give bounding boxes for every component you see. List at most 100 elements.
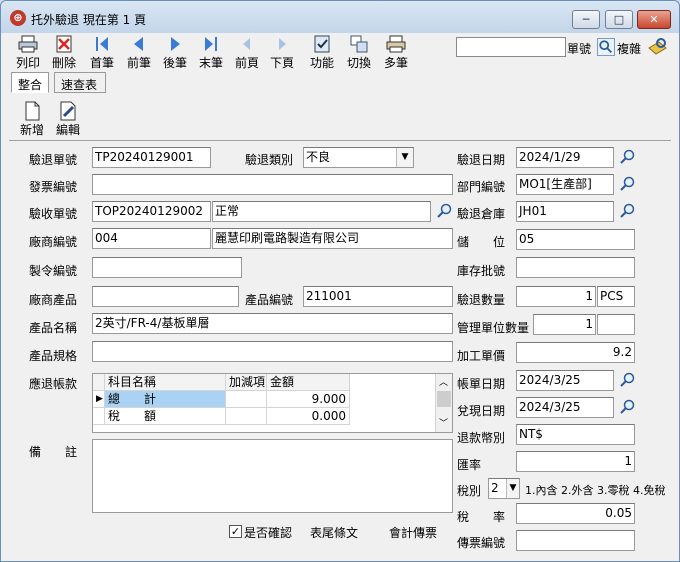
scrollbar-thumb[interactable] — [437, 391, 451, 407]
unit-field[interactable]: PCS — [597, 286, 635, 307]
warehouse-field[interactable]: JH01 — [516, 201, 614, 222]
grid-cell-name[interactable]: 稅 額 — [105, 408, 226, 425]
product-spec-field[interactable] — [92, 341, 453, 362]
grid-cell-amount[interactable]: 0.000 — [267, 408, 350, 425]
grid-scrollbar[interactable]: ︿ ﹀ — [435, 374, 452, 432]
edit-button[interactable]: 編輯 — [53, 101, 83, 138]
maximize-button[interactable]: □ — [605, 10, 633, 29]
search-icon — [599, 40, 612, 53]
grid-cell-amount[interactable]: 9.000 — [267, 391, 350, 408]
return-type-label: 驗退類別 — [245, 153, 294, 167]
return-type-select[interactable]: 不良 ▼ — [303, 147, 414, 168]
grid-header-sign: 加減項 — [226, 374, 267, 391]
return-no-field[interactable]: TP20240129001 — [92, 147, 211, 168]
tax-type-hint: 1.內含 2.外含 3.零稅 4.免稅 — [525, 484, 666, 497]
account-date-field[interactable]: 2024/3/25 — [516, 370, 614, 391]
edit-document-icon — [60, 101, 76, 121]
toolbar-delete-button[interactable]: 刪除 — [47, 35, 81, 71]
return-no-label: 驗退單號 — [29, 153, 78, 167]
vendor-product-field[interactable] — [92, 286, 239, 307]
mgmt-unit-field[interactable] — [597, 314, 635, 335]
unit-price-field[interactable]: 9.2 — [516, 342, 635, 363]
add-label: 新增 — [19, 123, 44, 137]
toolbar-print-button[interactable]: 列印 — [11, 35, 45, 71]
memo-textarea[interactable] — [92, 439, 453, 513]
confirmed-checkbox[interactable]: ✓ — [229, 525, 242, 538]
toolbar-function-label: 功能 — [309, 56, 334, 70]
invoice-no-label: 發票編號 — [29, 180, 78, 194]
tab-integrate[interactable]: 整合 — [11, 72, 49, 93]
cash-date-lookup-icon[interactable] — [618, 398, 636, 416]
receipt-lookup-icon[interactable] — [435, 202, 453, 220]
return-qty-field[interactable]: 1 — [516, 286, 596, 307]
complex-search-icon[interactable] — [646, 36, 668, 58]
receipt-status-field[interactable]: 正常 — [212, 201, 431, 222]
toolbar-last-button[interactable]: 末筆 — [194, 35, 228, 71]
chevron-down-icon[interactable]: ▼ — [506, 479, 519, 498]
warehouse-lookup-icon[interactable] — [618, 202, 636, 220]
toolbar-switch-button[interactable]: 切換 — [342, 35, 376, 71]
grid-cell-name[interactable]: 總 計 — [105, 391, 226, 408]
unit-price-label: 加工單價 — [457, 349, 506, 363]
dept-no-field[interactable]: MO1[生產部] — [516, 174, 614, 195]
add-button[interactable]: 新增 — [17, 101, 47, 138]
minimize-button[interactable]: ─ — [572, 10, 600, 29]
tax-rate-field[interactable]: 0.05 — [516, 503, 635, 524]
chevron-down-icon[interactable]: ﹀ — [439, 416, 448, 429]
toolbar-multi-button[interactable]: 多筆 — [379, 35, 413, 71]
account-date-label: 帳單日期 — [457, 377, 506, 391]
toolbar-first-button[interactable]: 首筆 — [85, 35, 119, 71]
product-name-field[interactable]: 2英寸/FR-4/基板單層 — [92, 313, 453, 334]
grid-cell-sign[interactable] — [226, 391, 267, 408]
tax-type-label: 稅別 — [457, 484, 482, 498]
delete-icon — [56, 35, 72, 53]
next-record-icon — [171, 37, 180, 51]
cash-date-field[interactable]: 2024/3/25 — [516, 397, 614, 418]
row-indicator-icon: ▶ — [93, 391, 105, 408]
currency-field[interactable]: NT$ — [516, 424, 635, 445]
last-record-icon — [205, 37, 217, 51]
tax-type-value: 2 — [491, 481, 499, 495]
invoice-no-field[interactable] — [92, 174, 453, 195]
return-date-field[interactable]: 2024/1/29 — [516, 147, 614, 168]
toolbar-next-page-button[interactable]: 下頁 — [265, 35, 299, 71]
search-button[interactable] — [597, 38, 615, 56]
lot-no-field[interactable] — [516, 257, 635, 278]
payable-grid[interactable]: 科目名稱 加減項 金額 ▶ 總 計 9.000 稅 額 0.000 ︿ ﹀ — [92, 373, 453, 433]
return-date-lookup-icon[interactable] — [618, 148, 636, 166]
confirmed-label: 是否確認 — [244, 526, 293, 540]
mo-no-field[interactable] — [92, 257, 242, 278]
product-no-label: 產品編號 — [245, 293, 294, 307]
dept-lookup-icon[interactable] — [618, 175, 636, 193]
tax-type-select[interactable]: 2 ▼ — [488, 478, 520, 499]
voucher-no-field[interactable] — [516, 530, 635, 551]
toolbar-prev-page-button[interactable]: 前頁 — [230, 35, 264, 71]
toolbar-previous-button[interactable]: 前筆 — [122, 35, 156, 71]
product-spec-label: 產品規格 — [29, 349, 78, 363]
grid-cell-sign[interactable] — [226, 408, 267, 425]
vendor-no-field[interactable]: 004 — [92, 228, 211, 249]
receipt-no-field[interactable]: TOP20240129002 — [92, 201, 211, 222]
tab-quick-table[interactable]: 速查表 — [54, 72, 106, 93]
rate-field[interactable]: 1 — [516, 451, 635, 472]
toolbar-first-label: 首筆 — [89, 56, 114, 70]
chevron-up-icon[interactable]: ︿ — [439, 375, 448, 388]
window-title: 托外驗退 現在第 1 頁 — [31, 13, 147, 27]
search-label: 單號 — [567, 42, 592, 56]
toolbar-function-button[interactable]: 功能 — [305, 35, 339, 71]
account-date-lookup-icon[interactable] — [618, 371, 636, 389]
accounting-voucher-button[interactable]: 會計傳票 — [389, 524, 437, 541]
storage-field[interactable]: 05 — [516, 229, 635, 250]
toolbar-next-button[interactable]: 後筆 — [158, 35, 192, 71]
payable-label: 應退帳款 — [29, 377, 78, 391]
footer-text-button[interactable]: 表尾條文 — [310, 524, 358, 541]
lot-no-label: 庫存批號 — [457, 264, 506, 278]
search-input[interactable] — [456, 37, 566, 57]
close-button[interactable]: ✕ — [637, 10, 671, 29]
mgmt-qty-field[interactable]: 1 — [533, 314, 596, 335]
printer-icon — [18, 35, 38, 53]
dept-no-label: 部門編號 — [457, 180, 506, 194]
vendor-name-field[interactable]: 麗慧印刷電路製造有限公司 — [212, 228, 453, 249]
chevron-down-icon[interactable]: ▼ — [396, 148, 413, 167]
product-no-field[interactable]: 211001 — [303, 286, 453, 307]
